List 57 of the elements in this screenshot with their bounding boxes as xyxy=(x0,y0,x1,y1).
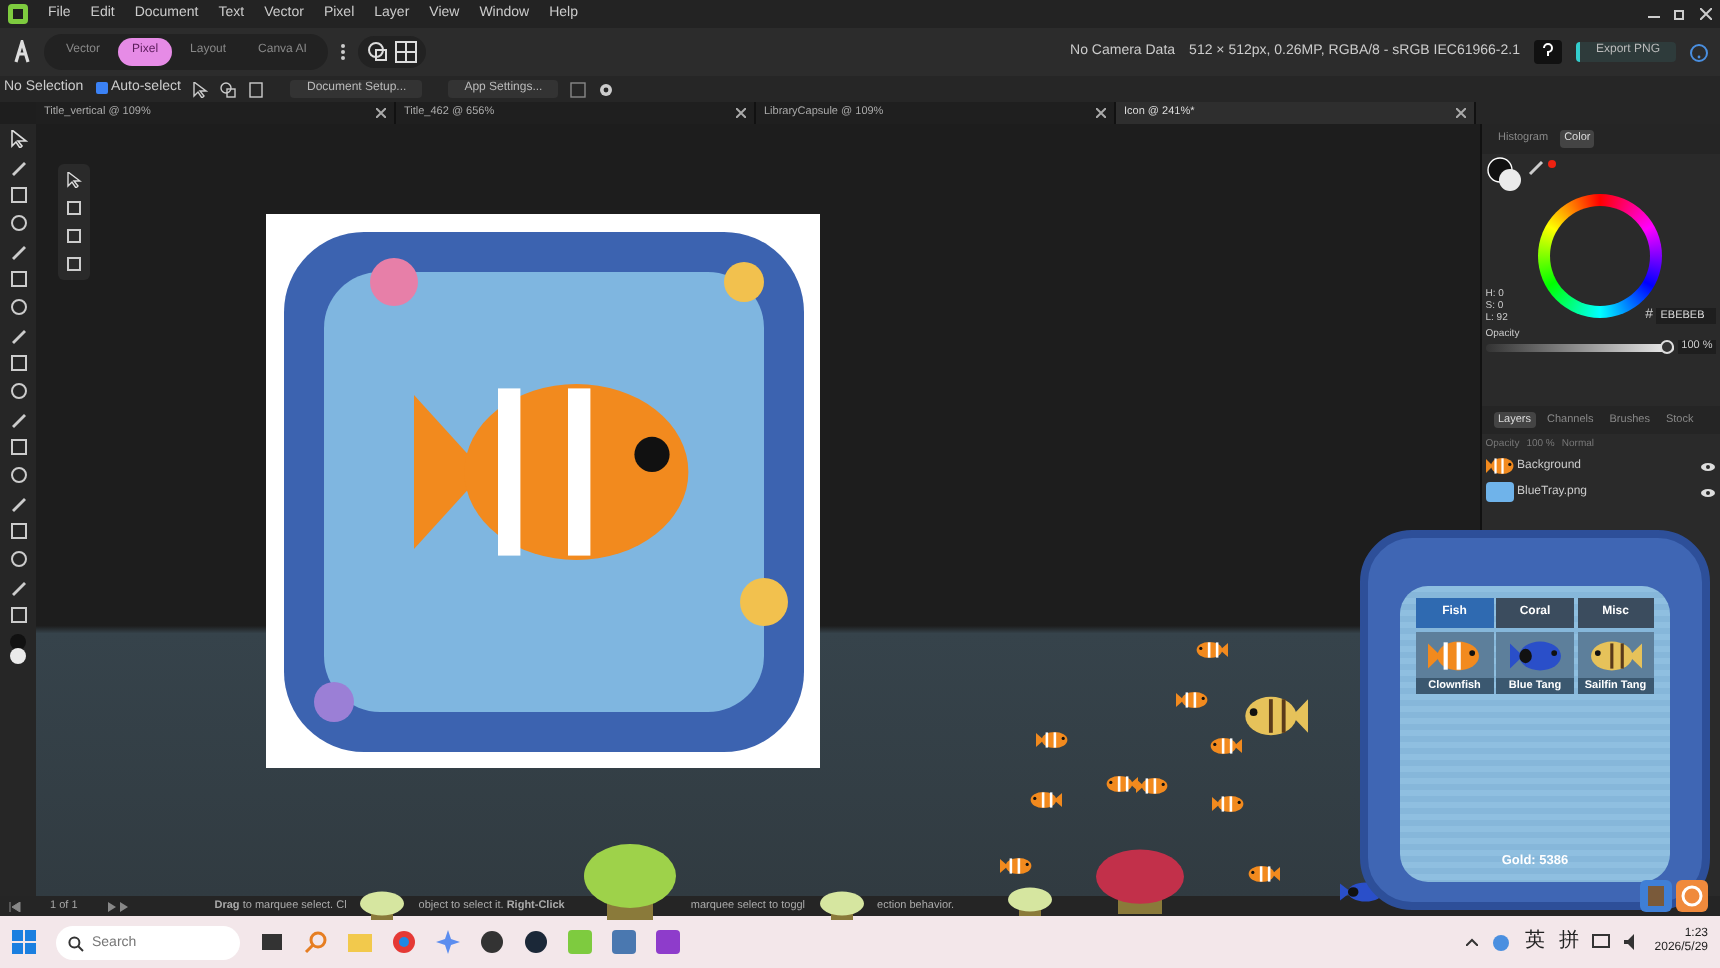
sailfin-tang-drawing xyxy=(1244,692,1308,740)
pointer-icon[interactable] xyxy=(9,130,27,148)
chevron-up-icon[interactable] xyxy=(1466,938,1479,946)
clownfish-drawing xyxy=(1212,794,1244,814)
search-icon xyxy=(68,935,84,951)
clownfish-drawing xyxy=(1106,774,1138,794)
coral-drawing xyxy=(584,840,677,920)
next-page-icon[interactable] xyxy=(106,901,131,911)
clownfish-drawing xyxy=(1036,730,1068,750)
close-icon[interactable] xyxy=(736,108,746,118)
app-logo-icon xyxy=(12,40,32,64)
settings-icon[interactable] xyxy=(598,81,615,97)
coral-drawing xyxy=(1096,846,1184,914)
tang-fish-drawing xyxy=(1509,637,1561,674)
color-swatch-icon[interactable] xyxy=(8,634,28,666)
shapes-icon[interactable] xyxy=(366,40,391,64)
settings-icon[interactable] xyxy=(1676,880,1708,912)
pointer-icon[interactable] xyxy=(192,81,209,97)
slider-thumb[interactable] xyxy=(1659,339,1674,354)
clownfish-drawing xyxy=(1196,640,1228,660)
clownfish-drawing xyxy=(1000,856,1032,876)
opacity-slider[interactable] xyxy=(1485,343,1674,352)
close-icon[interactable] xyxy=(1096,108,1106,118)
pointer-icon[interactable] xyxy=(66,172,82,188)
clownfish-drawing xyxy=(1210,736,1242,756)
coral-drawing xyxy=(1008,886,1052,916)
layer-thumbnail xyxy=(1485,456,1514,477)
coral-drawing xyxy=(819,890,864,920)
clownfish-drawing xyxy=(1176,690,1208,710)
close-icon[interactable] xyxy=(376,108,386,118)
input-method-indicator[interactable]: 拼 xyxy=(1558,930,1579,954)
sparkle-icon[interactable] xyxy=(436,930,460,954)
display-icon[interactable] xyxy=(1592,934,1611,950)
eyedropper-icon[interactable] xyxy=(1528,156,1557,177)
clownfish-drawing xyxy=(1428,637,1481,674)
restore-icon[interactable] xyxy=(1674,8,1686,20)
sailfin-tang-drawing xyxy=(1589,637,1642,674)
clownfish-drawing xyxy=(1248,864,1280,884)
task-view-icon[interactable] xyxy=(260,930,284,954)
color-swatch-icon[interactable] xyxy=(1485,156,1522,193)
checkbox[interactable] xyxy=(95,82,108,95)
start-icon[interactable] xyxy=(12,930,36,954)
help-pen-icon[interactable] xyxy=(1533,40,1562,64)
clownfish-drawing xyxy=(1136,776,1168,796)
eye-icon[interactable] xyxy=(1700,487,1717,498)
eye-icon[interactable] xyxy=(1700,461,1717,472)
more-icon[interactable] xyxy=(340,42,347,62)
browser-icon[interactable] xyxy=(392,930,416,954)
document-icon[interactable] xyxy=(248,81,265,97)
layer-thumbnail xyxy=(1485,482,1514,503)
input-method-indicator[interactable]: 英 xyxy=(1524,930,1545,954)
close-icon[interactable] xyxy=(1700,8,1712,20)
shapes-icon[interactable] xyxy=(220,81,237,97)
grid-icon[interactable] xyxy=(394,40,419,64)
close-icon[interactable] xyxy=(1456,108,1466,118)
coral-drawing xyxy=(360,890,405,920)
clownfish-drawing xyxy=(1030,790,1062,810)
